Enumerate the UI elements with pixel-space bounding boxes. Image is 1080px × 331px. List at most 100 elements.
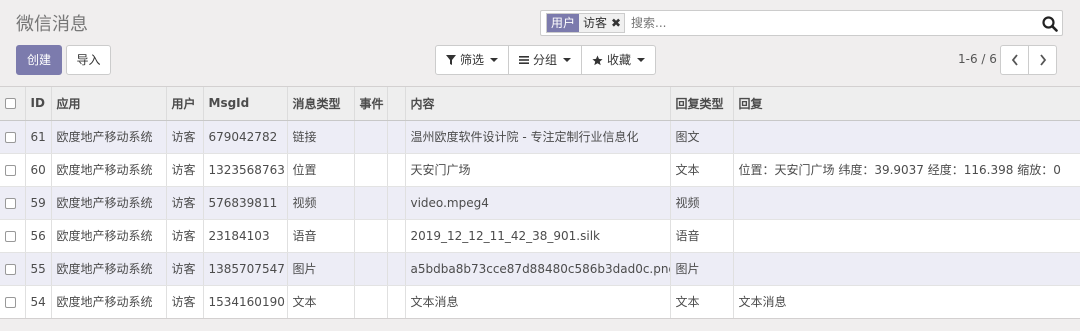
column-header-id[interactable]: ID	[25, 87, 52, 121]
spacer-cell	[387, 120, 406, 154]
cell-event	[354, 153, 388, 187]
groupby-label: 分组	[533, 53, 558, 67]
pager-value[interactable]: 1-6 / 6	[958, 52, 997, 66]
cell-reply-type: 图文	[670, 120, 734, 154]
cell-app: 欧度地产移动系统	[51, 285, 167, 319]
groupby-dropdown[interactable]: 分组	[509, 46, 583, 74]
cell-app: 欧度地产移动系统	[51, 120, 167, 154]
cell-event	[354, 219, 388, 253]
row-checkbox[interactable]	[5, 296, 16, 308]
table-row[interactable]: 61 欧度地产移动系统 访客 679042782 链接 温州欧度软件设计院 - 专注定制行…	[0, 120, 1080, 154]
spacer-cell	[387, 285, 406, 319]
search-icon[interactable]	[1042, 16, 1058, 32]
search-facet: 用户 访客 ✖	[546, 13, 626, 33]
search-options: 筛选 分组 收藏	[435, 45, 657, 75]
row-select-cell[interactable]	[0, 285, 26, 319]
column-header-message-type[interactable]: 消息类型	[287, 87, 355, 121]
cell-content: video.mpeg4	[405, 186, 671, 220]
row-select-cell[interactable]	[0, 186, 26, 220]
control-panel: 微信消息 用户 访客 ✖ 创建 导入 筛选 分组 收藏 1-6	[0, 0, 1080, 87]
cell-app: 欧度地产移动系统	[51, 219, 167, 253]
table-row[interactable]: 55 欧度地产移动系统 访客 1385707547 图片 a5bdba8b73cce87d…	[0, 252, 1080, 286]
row-select-cell[interactable]	[0, 153, 26, 187]
column-header-content[interactable]: 内容	[405, 87, 671, 121]
chevron-down-icon	[490, 58, 499, 62]
cell-content: 文本消息	[405, 285, 671, 319]
filter-dropdown[interactable]: 筛选	[436, 46, 510, 74]
column-header-msgid[interactable]: MsgId	[203, 87, 288, 121]
spacer-cell	[387, 153, 406, 187]
spacer-cell	[387, 252, 406, 286]
spacer-cell	[387, 219, 406, 253]
column-header-reply[interactable]: 回复	[733, 87, 1080, 121]
table-row[interactable]: 59 欧度地产移动系统 访客 576839811 视频 video.mpeg4 视频	[0, 186, 1080, 220]
column-header-user[interactable]: 用户	[166, 87, 204, 121]
column-header-event[interactable]: 事件	[354, 87, 388, 121]
filter-icon	[446, 55, 456, 65]
facet-remove-icon[interactable]: ✖	[611, 14, 625, 32]
cell-message-type: 视频	[287, 186, 355, 220]
chevron-right-icon	[1039, 54, 1046, 66]
cell-message-type: 语音	[287, 219, 355, 253]
column-header-app[interactable]: 应用	[51, 87, 167, 121]
cell-content: 2019_12_12_11_42_38_901.silk	[405, 219, 671, 253]
cell-reply-type: 图片	[670, 252, 734, 286]
facet-category: 用户	[547, 14, 580, 32]
create-button[interactable]: 创建	[16, 45, 62, 75]
pager-previous-button[interactable]	[1000, 45, 1029, 75]
cell-msgid: 1323568763	[203, 153, 288, 187]
cell-content: 天安门广场	[405, 153, 671, 187]
column-header-reply-type[interactable]: 回复类型	[670, 87, 734, 121]
cell-reply-type: 语音	[670, 219, 734, 253]
row-select-cell[interactable]	[0, 252, 26, 286]
cell-reply	[733, 120, 1080, 154]
cell-msgid: 1385707547	[203, 252, 288, 286]
cell-event	[354, 252, 388, 286]
cell-reply-type: 文本	[670, 285, 734, 319]
chevron-down-icon	[637, 58, 646, 62]
row-select-cell[interactable]	[0, 120, 26, 154]
cell-user: 访客	[166, 285, 204, 319]
select-all-cell[interactable]	[0, 87, 26, 121]
cell-id: 56	[25, 219, 52, 253]
cell-user: 访客	[166, 219, 204, 253]
pager-next-button[interactable]	[1028, 45, 1057, 75]
cell-event	[354, 186, 388, 220]
row-checkbox[interactable]	[5, 197, 16, 209]
cell-user: 访客	[166, 120, 204, 154]
cell-app: 欧度地产移动系统	[51, 252, 167, 286]
cell-id: 55	[25, 252, 52, 286]
cell-reply: 文本消息	[733, 285, 1080, 319]
cell-message-type: 链接	[287, 120, 355, 154]
cell-reply-type: 视频	[670, 186, 734, 220]
cell-msgid: 576839811	[203, 186, 288, 220]
search-input[interactable]	[631, 14, 1031, 32]
cell-id: 59	[25, 186, 52, 220]
cell-content: 温州欧度软件设计院 - 专注定制行业信息化	[405, 120, 671, 154]
table-row[interactable]: 54 欧度地产移动系统 访客 1534160190 文本 文本消息 文本 文本消息	[0, 285, 1080, 319]
table-row[interactable]: 56 欧度地产移动系统 访客 23184103 语音 2019_12_12_11_42_3…	[0, 219, 1080, 253]
cell-user: 访客	[166, 252, 204, 286]
column-header-spacer	[387, 87, 406, 121]
import-button[interactable]: 导入	[66, 45, 111, 75]
page-title: 微信消息	[16, 14, 88, 35]
row-select-cell[interactable]	[0, 219, 26, 253]
row-checkbox[interactable]	[5, 164, 16, 176]
cell-message-type: 图片	[287, 252, 355, 286]
table-row[interactable]: 60 欧度地产移动系统 访客 1323568763 位置 天安门广场 文本 位置：天安门广场 …	[0, 153, 1080, 187]
cell-msgid: 1534160190	[203, 285, 288, 319]
facet-value: 访客	[579, 14, 612, 32]
star-icon	[592, 54, 603, 65]
favorites-label: 收藏	[607, 53, 632, 67]
cell-message-type: 文本	[287, 285, 355, 319]
row-checkbox[interactable]	[5, 230, 16, 242]
cell-user: 访客	[166, 153, 204, 187]
favorites-dropdown[interactable]: 收藏	[582, 46, 655, 74]
select-all-checkbox[interactable]	[5, 98, 16, 110]
search-bar[interactable]: 用户 访客 ✖	[540, 10, 1063, 36]
cell-id: 60	[25, 153, 52, 187]
cell-reply: 位置：天安门广场 纬度：39.9037 经度：116.398 缩放：0	[733, 153, 1080, 187]
cell-message-type: 位置	[287, 153, 355, 187]
row-checkbox[interactable]	[5, 263, 16, 275]
row-checkbox[interactable]	[5, 131, 16, 143]
